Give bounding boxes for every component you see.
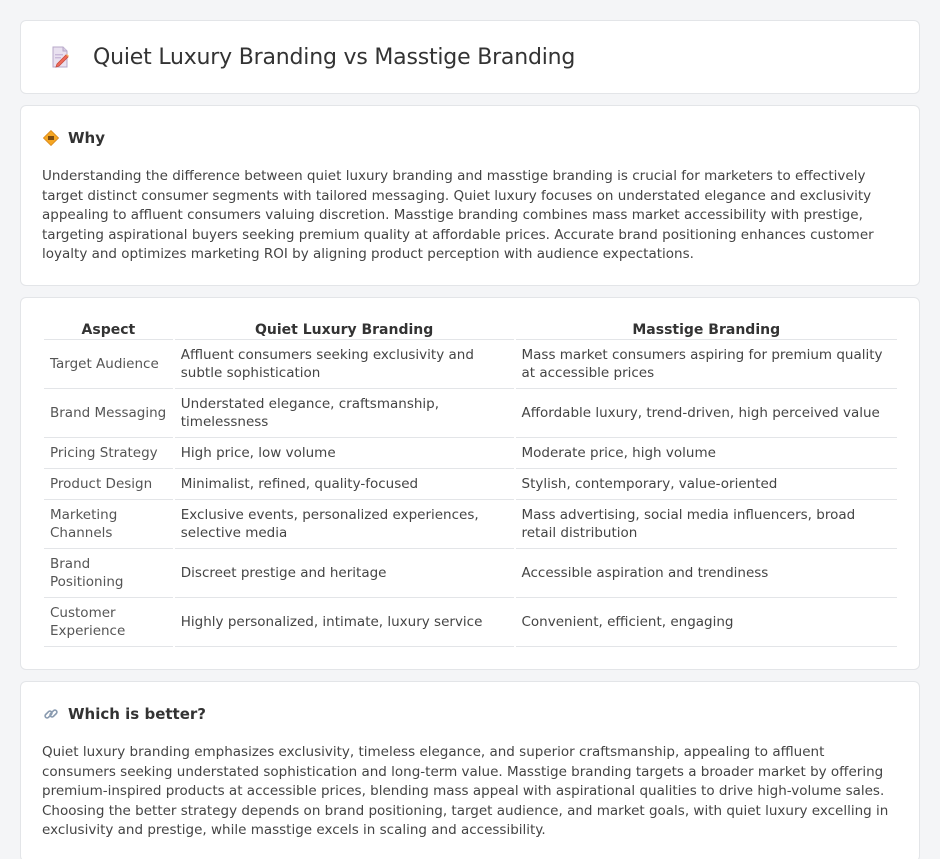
- table-row: Pricing Strategy High price, low volume …: [44, 438, 897, 469]
- page-title: Quiet Luxury Branding vs Masstige Brandi…: [93, 44, 576, 70]
- row-quiet-luxury: Exclusive events, personalized experienc…: [174, 500, 514, 549]
- row-masstige: Stylish, contemporary, value-oriented: [515, 469, 897, 500]
- table-row: Customer Experience Highly personalized,…: [44, 598, 897, 647]
- header-aspect: Aspect: [44, 320, 173, 340]
- table-row: Brand Messaging Understated elegance, cr…: [44, 389, 897, 438]
- row-quiet-luxury: High price, low volume: [174, 438, 514, 469]
- row-masstige: Moderate price, high volume: [515, 438, 897, 469]
- table-header-row: Aspect Quiet Luxury Branding Masstige Br…: [44, 320, 897, 340]
- row-quiet-luxury: Discreet prestige and heritage: [174, 549, 514, 598]
- table-row: Marketing Channels Exclusive events, per…: [44, 500, 897, 549]
- header-card: Quiet Luxury Branding vs Masstige Brandi…: [20, 20, 920, 94]
- row-quiet-luxury: Highly personalized, intimate, luxury se…: [174, 598, 514, 647]
- comparison-table-card: Aspect Quiet Luxury Branding Masstige Br…: [20, 296, 920, 670]
- comparison-table: Aspect Quiet Luxury Branding Masstige Br…: [42, 320, 899, 647]
- row-quiet-luxury: Minimalist, refined, quality-focused: [174, 469, 514, 500]
- header-quiet-luxury: Quiet Luxury Branding: [174, 320, 514, 340]
- row-aspect: Pricing Strategy: [44, 438, 173, 469]
- diamond-sign-icon: [42, 129, 60, 147]
- table-row: Target Audience Affluent consumers seeki…: [44, 340, 897, 389]
- which-better-title: Which is better?: [68, 704, 206, 723]
- row-masstige: Mass advertising, social media influence…: [515, 500, 897, 549]
- why-text: Understanding the difference between qui…: [42, 168, 874, 263]
- document-pencil-icon: [47, 44, 73, 70]
- row-aspect: Brand Messaging: [44, 389, 173, 438]
- row-masstige: Affordable luxury, trend-driven, high pe…: [515, 389, 897, 438]
- row-aspect: Customer Experience: [44, 598, 173, 647]
- row-masstige: Accessible aspiration and trendiness: [515, 549, 897, 598]
- row-masstige: Mass market consumers aspiring for premi…: [515, 340, 897, 389]
- table-row: Product Design Minimalist, refined, qual…: [44, 469, 897, 500]
- which-better-text: Quiet luxury branding emphasizes exclusi…: [42, 743, 889, 839]
- row-masstige: Convenient, efficient, engaging: [515, 598, 897, 647]
- header-masstige: Masstige Branding: [515, 320, 897, 340]
- row-quiet-luxury: Understated elegance, craftsmanship, tim…: [174, 389, 514, 438]
- why-title: Why: [68, 129, 106, 147]
- which-better-section: Which is better? Quiet luxury branding e…: [20, 680, 920, 859]
- link-icon: [42, 705, 60, 723]
- table-row: Brand Positioning Discreet prestige and …: [44, 549, 897, 598]
- why-section: Why Understanding the difference between…: [20, 105, 920, 286]
- row-aspect: Target Audience: [44, 340, 173, 389]
- row-aspect: Brand Positioning: [44, 549, 173, 598]
- row-aspect: Marketing Channels: [44, 500, 173, 549]
- row-quiet-luxury: Affluent consumers seeking exclusivity a…: [174, 340, 514, 389]
- row-aspect: Product Design: [44, 469, 173, 500]
